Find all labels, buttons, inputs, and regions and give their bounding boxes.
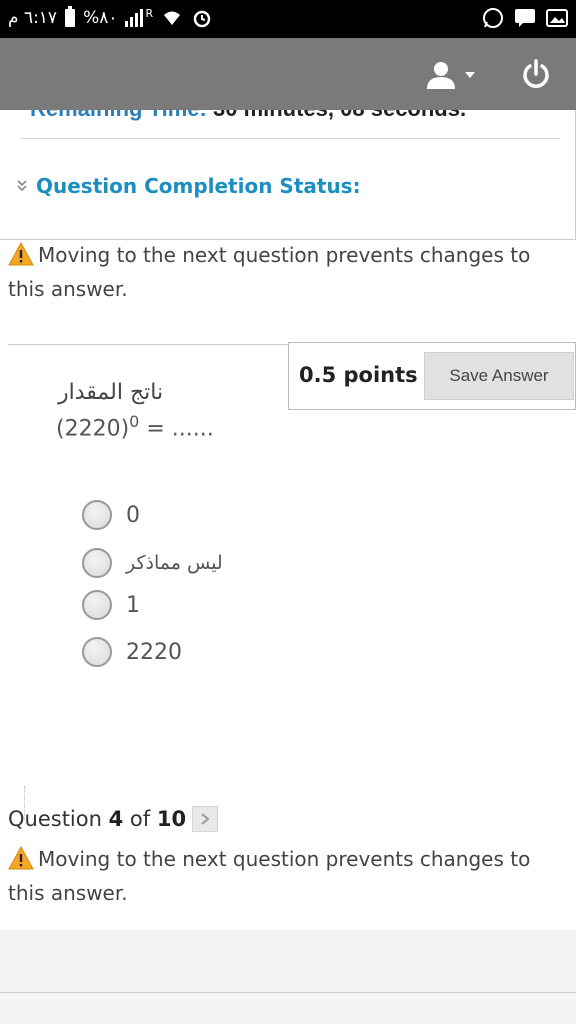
- points-label: 0.5 points: [299, 363, 418, 387]
- chevron-right-icon: [201, 813, 210, 825]
- save-answer-button[interactable]: Save Answer: [424, 352, 574, 400]
- completion-status-label: Question Completion Status:: [36, 174, 361, 198]
- answer-option[interactable]: 1: [82, 590, 140, 620]
- option-label: 0: [126, 502, 140, 528]
- warning-text-cont: this answer.: [8, 277, 128, 301]
- expression-tail: = ......: [139, 416, 214, 442]
- question-header: 0.5 points Save Answer: [288, 342, 576, 410]
- whatsapp-icon: [482, 7, 504, 29]
- expression-exponent: 0: [129, 412, 140, 431]
- option-label: ليس مماذكر: [126, 552, 223, 574]
- power-icon: [523, 59, 549, 88]
- remaining-label: Remaining Time:: [30, 110, 207, 121]
- warning-text-cont: this answer.: [8, 881, 128, 905]
- radio-button[interactable]: [82, 590, 112, 620]
- radio-button[interactable]: [82, 637, 112, 667]
- signal-icon: [125, 9, 144, 27]
- remaining-time: Remaining Time: 30 minutes, 08 seconds.: [30, 110, 466, 122]
- answer-option[interactable]: 2220: [82, 637, 182, 667]
- answer-option[interactable]: 0: [82, 500, 140, 530]
- user-icon: [427, 62, 455, 89]
- question-expression: (2220)0 = ......: [56, 412, 214, 441]
- question-counter: Question 4 of 10: [8, 807, 187, 831]
- double-chevron-down-icon: [17, 180, 27, 192]
- warning-message: Moving to the next question prevents cha…: [8, 840, 568, 908]
- logout-button[interactable]: [520, 58, 552, 90]
- question-prompt: ناتج المقدار: [58, 380, 164, 405]
- next-question-button[interactable]: [192, 806, 219, 832]
- image-icon: [546, 7, 568, 29]
- option-label: 1: [126, 592, 140, 618]
- divider: [8, 344, 290, 345]
- status-left: ٦:١٧ م %٨٠ R: [8, 6, 213, 29]
- app-header: [0, 38, 576, 110]
- status-right: [482, 7, 568, 29]
- completion-status-toggle[interactable]: Question Completion Status:: [16, 174, 361, 198]
- chat-icon: [514, 7, 536, 29]
- test-info-card: Remaining Time: 30 minutes, 08 seconds. …: [0, 110, 576, 240]
- answer-option[interactable]: ليس مماذكر: [82, 548, 223, 578]
- divider: [0, 992, 576, 993]
- warning-icon: [8, 242, 34, 266]
- warning-icon: [8, 846, 34, 870]
- expression-base: (2220): [56, 416, 130, 442]
- warning-message: Moving to the next question prevents cha…: [8, 236, 568, 304]
- status-bar: ٦:١٧ م %٨٠ R: [0, 0, 576, 38]
- remaining-value: 30 minutes, 08 seconds.: [213, 110, 466, 121]
- page-footer: [0, 930, 576, 1024]
- option-label: 2220: [126, 639, 182, 665]
- radio-button[interactable]: [82, 548, 112, 578]
- radio-button[interactable]: [82, 500, 112, 530]
- warning-text: Moving to the next question prevents cha…: [38, 847, 531, 871]
- user-menu-button[interactable]: [424, 60, 484, 90]
- divider: [20, 138, 560, 139]
- wifi-icon: [161, 7, 183, 29]
- question-navigation: Question 4 of 10: [8, 806, 219, 832]
- warning-text: Moving to the next question prevents cha…: [38, 243, 531, 267]
- battery-level: %٨٠: [83, 8, 118, 28]
- clock: ٦:١٧ م: [8, 8, 58, 28]
- alarm-icon: [191, 7, 213, 29]
- chevron-down-icon: [465, 72, 475, 78]
- roaming-indicator: R: [145, 6, 154, 20]
- battery-icon: [65, 6, 76, 27]
